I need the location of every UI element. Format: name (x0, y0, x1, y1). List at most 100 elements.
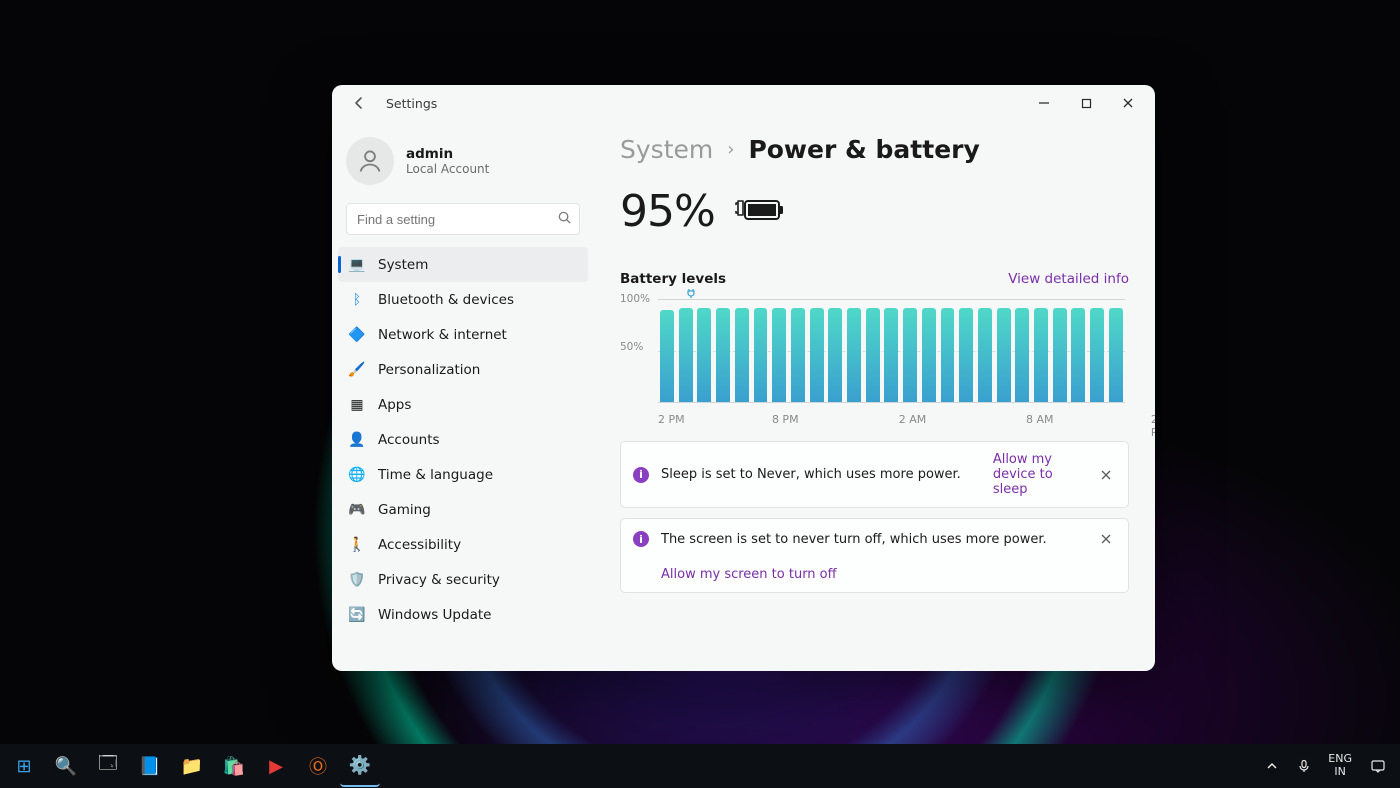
youtube-icon: ▶ (269, 756, 283, 777)
taskbar-store-button[interactable]: 🛍️ (214, 746, 254, 786)
chart-ylabel-50: 50% (620, 341, 643, 353)
back-button[interactable] (346, 90, 372, 116)
chart-bar (903, 308, 917, 402)
sidebar-item-label: Personalization (378, 362, 480, 378)
language-bottom: IN (1328, 766, 1352, 779)
taskbar-settings-button[interactable]: ⚙️ (340, 745, 380, 787)
chart-header: Battery levels View detailed info (620, 271, 1129, 287)
chart-bar (959, 308, 973, 402)
sidebar-item-bluetooth[interactable]: ᛒ Bluetooth & devices (338, 282, 588, 317)
battery-charging-icon (731, 199, 785, 225)
chart-bar (941, 308, 955, 402)
plug-icon (686, 288, 696, 298)
maximize-button[interactable] (1065, 88, 1107, 118)
sidebar-item-accessibility[interactable]: 🚶 Accessibility (338, 527, 588, 562)
main-content: System › Power & battery 95% (594, 121, 1155, 671)
power-notice: iSleep is set to Never, which uses more … (620, 441, 1129, 508)
taskbar-youtube-button[interactable]: ▶ (256, 746, 296, 786)
close-icon (1100, 469, 1112, 481)
profile-name: admin (406, 146, 489, 162)
bluetooth-icon: ᛒ (348, 291, 366, 309)
microphone-button[interactable] (1292, 746, 1316, 786)
chart-bar (772, 308, 786, 402)
microphone-icon (1297, 759, 1311, 773)
chart-bar (660, 310, 674, 402)
chart-title: Battery levels (620, 271, 726, 287)
sidebar-item-label: Accessibility (378, 537, 461, 553)
chart-bars (658, 300, 1125, 402)
sidebar-item-label: Time & language (378, 467, 493, 483)
chart-bar (735, 308, 749, 402)
search-box[interactable] (346, 203, 580, 235)
tasks-icon: 🗔 (98, 751, 118, 781)
app-title: Settings (386, 96, 437, 111)
taskbar-start-button[interactable]: ⊞ (4, 746, 44, 786)
profile-block[interactable]: admin Local Account (332, 129, 594, 199)
chart-bar (791, 308, 805, 402)
chart-bar (1053, 308, 1067, 402)
sidebar-item-label: Bluetooth & devices (378, 292, 514, 308)
sidebar-item-label: Network & internet (378, 327, 507, 343)
sidebar-item-personalization[interactable]: 🖌️ Personalization (338, 352, 588, 387)
close-button[interactable] (1107, 88, 1149, 118)
update-icon: 🔄 (348, 606, 366, 624)
person-icon (356, 147, 384, 175)
search-icon (557, 210, 572, 225)
info-icon: i (633, 467, 649, 483)
sidebar-item-apps[interactable]: ▦Apps (338, 387, 588, 422)
store-icon: 🛍️ (223, 756, 245, 777)
sidebar-item-label: Accounts (378, 432, 440, 448)
sidebar-item-update[interactable]: 🔄Windows Update (338, 597, 588, 632)
network-icon: 🔷 (348, 326, 366, 344)
taskbar-office-button[interactable]: Ⓞ (298, 746, 338, 786)
edge-icon: 📘 (139, 756, 161, 777)
personalization-icon: 🖌️ (348, 361, 366, 379)
tray-overflow-button[interactable] (1258, 746, 1286, 786)
accessibility-icon: 🚶 (348, 536, 366, 554)
sidebar-item-gaming[interactable]: 🎮Gaming (338, 492, 588, 527)
info-icon: i (633, 531, 649, 547)
notice-close-button[interactable] (1096, 465, 1116, 485)
chart-xtick: 8 AM (1026, 413, 1054, 426)
chart-bar (1015, 308, 1029, 402)
sidebar-item-time[interactable]: 🌐 Time & language (338, 457, 588, 492)
minimize-button[interactable] (1023, 88, 1065, 118)
taskbar: ⊞ 🔍 🗔 📘 📁 🛍️ ▶ Ⓞ⚙️ ENG IN (0, 744, 1400, 788)
sidebar-item-system[interactable]: 💻 System (338, 247, 588, 282)
chart-bar (978, 308, 992, 402)
chart-xtick: 8 PM (772, 413, 799, 426)
arrow-left-icon (351, 95, 367, 111)
search-input[interactable] (346, 203, 580, 235)
taskbar-search-button[interactable]: 🔍 (46, 746, 86, 786)
view-detailed-info-link[interactable]: View detailed info (1008, 271, 1129, 287)
chart-bar (716, 308, 730, 402)
notifications-button[interactable] (1364, 746, 1392, 786)
chart-bar (1034, 308, 1048, 402)
sidebar-item-network[interactable]: 🔷 Network & internet (338, 317, 588, 352)
sidebar-item-label: Apps (378, 397, 411, 413)
maximize-icon (1081, 98, 1092, 109)
chart-bar (754, 308, 768, 402)
taskbar-tasks-button[interactable]: 🗔 (88, 746, 128, 786)
notice-close-button[interactable] (1096, 529, 1116, 549)
battery-percent: 95% (620, 186, 715, 237)
start-icon: ⊞ (16, 756, 31, 777)
system-icon: 💻 (348, 256, 366, 274)
sidebar-item-privacy[interactable]: 🛡️Privacy & security (338, 562, 588, 597)
notice-link[interactable]: Allow my device to sleep (993, 452, 1084, 497)
taskbar-edge-button[interactable]: 📘 (130, 746, 170, 786)
sidebar-item-accounts[interactable]: 👤Accounts (338, 422, 588, 457)
profile-subtitle: Local Account (406, 162, 489, 176)
chart-bar (997, 308, 1011, 402)
language-switcher[interactable]: ENG IN (1322, 749, 1358, 782)
minimize-icon (1038, 97, 1050, 109)
sidebar-item-label: Gaming (378, 502, 431, 518)
time-icon: 🌐 (348, 466, 366, 484)
close-icon (1100, 533, 1112, 545)
notice-link[interactable]: Allow my screen to turn off (661, 567, 837, 582)
sidebar-item-label: System (378, 257, 428, 273)
chart-bar (810, 308, 824, 402)
power-notice: iThe screen is set to never turn off, wh… (620, 518, 1129, 593)
taskbar-explorer-button[interactable]: 📁 (172, 746, 212, 786)
breadcrumb-parent[interactable]: System (620, 135, 713, 164)
